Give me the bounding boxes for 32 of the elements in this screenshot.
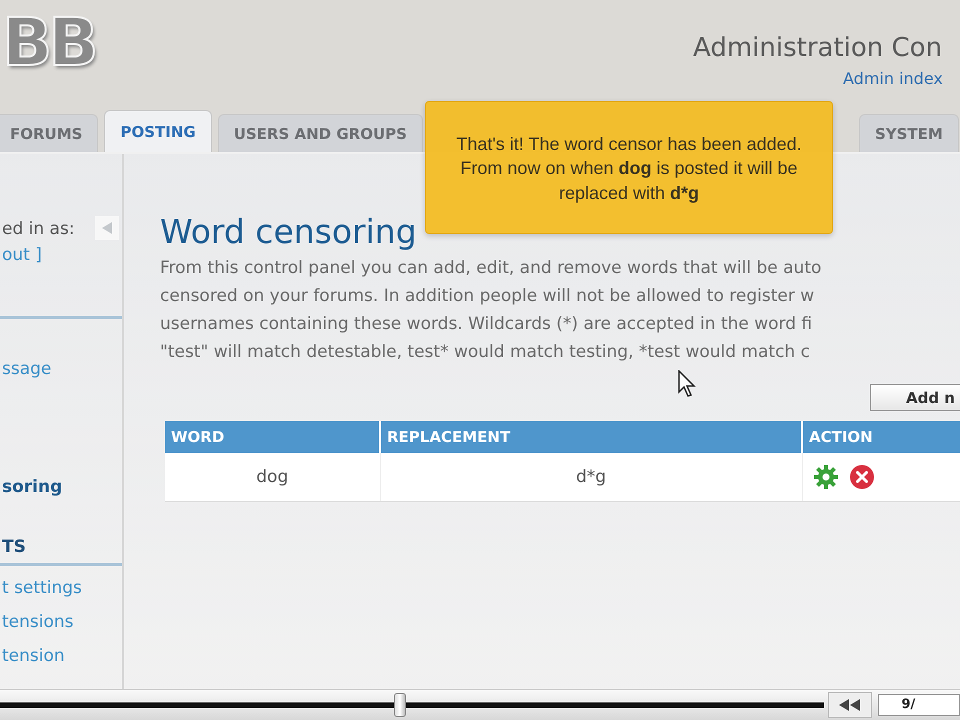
sidebar-item[interactable]: soring — [2, 475, 62, 499]
admin-index-link[interactable]: Admin index — [843, 68, 943, 88]
sidebar-item[interactable]: tensions — [2, 610, 74, 634]
logout-link[interactable]: out ] — [2, 242, 42, 268]
page-title: Word censoring — [160, 212, 418, 252]
page-heading: Administration Con — [693, 34, 942, 63]
settings-icon[interactable] — [812, 464, 838, 490]
section-heading: TS — [2, 536, 26, 559]
table-cell: dog — [165, 453, 380, 502]
nav-tab[interactable]: USERS AND GROUPS — [218, 114, 423, 152]
sidebar-item[interactable]: tension — [2, 644, 65, 668]
description-text: From this control panel you can add, edit, and remove words that will be auto censored on your forums. In addition people will not be allowed to register w usernames containing these words. Wildcards (*) are accepted in the word fi "test" will match detestable, test* would match testing, *test would match c — [160, 257, 822, 364]
notification-text: That's it! The word censor has been added. From now on when dog is posted it will be replaced with d*g — [455, 133, 803, 205]
column-header: WORD — [165, 421, 380, 453]
logo: BB — [2, 3, 95, 76]
triangle-left-icon — [100, 221, 114, 235]
nav-tab[interactable]: POSTING — [104, 110, 212, 152]
mouse-cursor-icon — [678, 370, 698, 398]
rewind-button[interactable] — [828, 692, 872, 718]
sidebar-item[interactable]: t settings — [2, 576, 82, 600]
position-field[interactable]: 9/ — [878, 694, 960, 716]
nav-tab[interactable]: FORUMS — [0, 114, 98, 152]
logged-in-label: ed in as: — [2, 218, 75, 241]
seek-handle[interactable] — [394, 693, 406, 717]
table-cell: d*g — [380, 453, 802, 502]
delete-icon[interactable] — [848, 464, 874, 490]
sidebar-item[interactable]: ssage — [2, 357, 52, 381]
column-header: REPLACEMENT — [380, 421, 802, 453]
rewind-icon — [838, 698, 862, 712]
column-header: ACTION — [802, 421, 960, 453]
nav-tab[interactable]: SYSTEM — [858, 114, 959, 152]
add-button[interactable]: Add n — [870, 384, 960, 411]
